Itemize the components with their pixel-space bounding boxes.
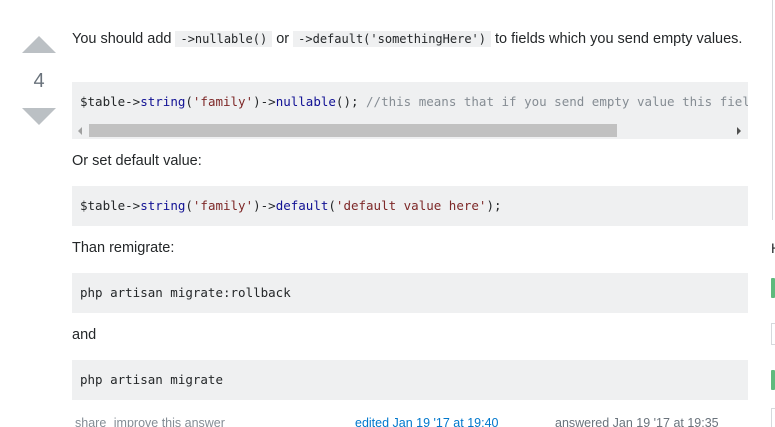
code-block-rollback: php artisan migrate:rollback [72,273,748,313]
upvote-arrow-icon[interactable] [22,36,56,53]
code-line: php artisan migrate [80,372,223,387]
answer-intro: You should add ->nullable() or ->default… [72,30,748,49]
code-line: $table->string('family')->nullable(); //… [80,94,748,109]
code-line: $table->string('family')->default('defau… [80,198,502,213]
downvote-arrow-icon[interactable] [22,108,56,125]
sidebar-partial-heading: H [771,240,775,256]
intro-text: to fields which you send empty values. [495,31,743,47]
intro-text: You should add [72,31,172,47]
post-menu: share improve this answer [75,416,225,427]
scrollbar-thumb[interactable] [89,124,617,137]
sidebar-answer-count-badge[interactable] [771,408,775,427]
sidebar-answer-count-badge[interactable] [771,370,775,390]
text-than-remigrate: Than remigrate: [72,240,175,256]
scroll-right-arrow-icon[interactable] [737,127,741,135]
code-line: php artisan migrate:rollback [80,285,291,300]
improve-answer-link[interactable]: improve this answer [114,416,225,427]
answered-info: answered Jan 19 '17 at 19:35 [555,416,719,427]
scroll-left-arrow-icon[interactable] [78,127,82,135]
sidebar-edge [772,0,773,220]
text-and: and [72,327,97,343]
code-block-default: $table->string('family')->default('defau… [72,186,748,226]
sidebar-answer-count-badge[interactable] [771,323,775,345]
text-or-default: Or set default value: [72,153,202,169]
vote-count: 4 [33,70,45,92]
vote-column: 4 [22,36,56,125]
share-link[interactable]: share [75,416,106,427]
code-block-nullable: $table->string('family')->nullable(); //… [72,82,748,139]
inline-code-nullable: ->nullable() [175,31,273,47]
sidebar-answer-count-badge[interactable] [771,278,775,298]
edited-info: edited Jan 19 '17 at 19:40 [355,416,498,427]
horizontal-scrollbar[interactable] [72,123,748,138]
code-block-migrate: php artisan migrate [72,360,748,400]
edited-link[interactable]: edited Jan 19 '17 at 19:40 [355,416,498,427]
inline-code-default: ->default('somethingHere') [293,31,491,47]
intro-text: or [276,31,290,47]
